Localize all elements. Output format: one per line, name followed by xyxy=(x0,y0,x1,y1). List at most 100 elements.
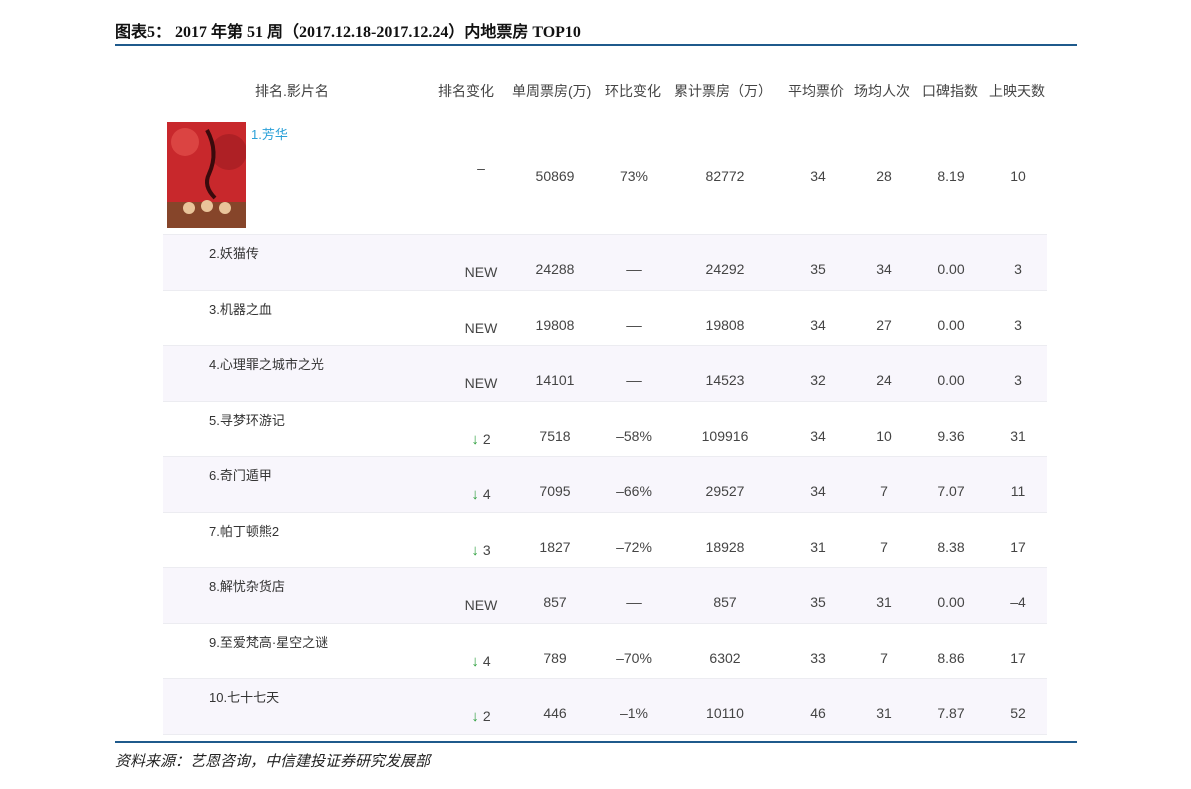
rating: 7.87 xyxy=(937,705,965,721)
wow-change: –58% xyxy=(616,427,652,444)
avg-price: 34 xyxy=(810,168,826,184)
days-screening: 17 xyxy=(1010,538,1026,555)
total-box-office: 857 xyxy=(713,594,737,610)
arrow-down-icon: ↓ xyxy=(471,652,479,670)
table-row: 7.帕丁顿熊2 ↓ 3 1827 –72% 18928 31 7 8.38 17 xyxy=(163,513,1047,568)
table-row: 4.心理罪之城市之光 NEW 14101 –– 14523 32 24 0.00 3 xyxy=(163,346,1047,402)
days-screening: 10 xyxy=(1010,168,1026,184)
rating: 0.00 xyxy=(937,316,965,333)
arrow-down-icon: ↓ xyxy=(471,486,479,503)
rank-change-value: NEW xyxy=(464,264,498,280)
avg-price: 35 xyxy=(810,261,826,277)
rank-change: NEW xyxy=(465,375,498,391)
wow-change: –– xyxy=(626,316,642,333)
wow-change: –1% xyxy=(619,705,649,721)
avg-price: 46 xyxy=(810,705,826,721)
rating: 8.38 xyxy=(937,538,965,555)
weekly-box-office: 446 xyxy=(543,705,567,721)
wow-change: –– xyxy=(626,372,642,388)
movie-title: 5.寻梦环游记 xyxy=(209,412,285,428)
rank-change-value: 4 xyxy=(482,652,491,669)
source-note: 资料来源：艺恩咨询，中信建投证券研究发展部 xyxy=(115,754,431,770)
movie-title: 9.至爱梵高·星空之谜 xyxy=(209,634,329,650)
days-screening: 52 xyxy=(1010,705,1026,721)
header-rating: 口碑指数 xyxy=(922,83,978,99)
table-body: 1.芳华 –50869 73% 82772 34 28 8.19 10 2.妖猫传 NEW 2428… xyxy=(163,116,1047,735)
total-box-office: 29527 xyxy=(705,483,745,499)
movie-title: 2.妖猫传 xyxy=(209,246,259,261)
rank-change-value: NEW xyxy=(464,375,498,391)
header-per-show: 场均人次 xyxy=(854,83,910,99)
per-show-attendance: 7 xyxy=(880,649,888,666)
days-screening: 11 xyxy=(1010,483,1026,499)
weekly-box-office: 7518 xyxy=(539,427,571,444)
rank-change: – xyxy=(477,160,485,176)
rating: 8.86 xyxy=(937,649,965,666)
box-office-table: 排名.影片名 排名变化 单周票房(万) 环比变化 累计票房（万） 平均票价 场均人次 口碑指数… xyxy=(163,64,1047,735)
total-box-office: 18928 xyxy=(705,538,745,555)
rating: 8.19 xyxy=(937,168,965,184)
rank-change: ↓ 2 xyxy=(471,708,490,725)
movie-poster-image xyxy=(167,122,246,228)
per-show-attendance: 28 xyxy=(876,168,892,184)
avg-price: 32 xyxy=(810,372,826,388)
table-row: 8.解忧杂货店 NEW 857 –– 857 35 31 0.00 –4 xyxy=(163,568,1047,624)
rank-change-value: 2 xyxy=(482,708,491,724)
header-avg-price: 平均票价 xyxy=(788,83,844,99)
days-screening: –4 xyxy=(1010,594,1026,610)
table-row: 5.寻梦环游记 ↓ 2 7518 –58% 109916 34 10 9.36 31 xyxy=(163,402,1047,457)
rank-change: NEW xyxy=(465,597,498,613)
rating: 0.00 xyxy=(937,261,965,277)
movie-title: 8.解忧杂货店 xyxy=(209,579,285,594)
rank-change-value: 4 xyxy=(482,486,491,502)
wow-change: –– xyxy=(626,261,642,277)
total-box-office: 14523 xyxy=(705,372,745,388)
total-box-office: 19808 xyxy=(705,316,745,333)
arrow-down-icon: ↓ xyxy=(471,541,479,559)
table-row: 1.芳华 – 50869 73% 82772 34 28 8.19 10 xyxy=(163,116,1047,235)
weekly-box-office: 857 xyxy=(543,594,567,610)
wow-change: 73% xyxy=(619,168,649,184)
rating: 0.00 xyxy=(937,594,965,610)
movie-title: 6.奇门遁甲 xyxy=(209,468,272,483)
weekly-box-office: 7095 xyxy=(539,483,571,499)
table-header: 排名.影片名 排名变化 单周票房(万) 环比变化 累计票房（万） 平均票价 场均人次 口碑指数… xyxy=(163,64,1047,116)
rank-change: ↓ 4 xyxy=(471,486,490,503)
movie-title: 7.帕丁顿熊2 xyxy=(209,523,280,539)
weekly-box-office: 789 xyxy=(543,649,567,666)
total-box-office: 6302 xyxy=(709,649,741,666)
bottom-rule xyxy=(115,741,1077,743)
days-screening: 3 xyxy=(1014,372,1022,388)
per-show-attendance: 27 xyxy=(876,316,892,333)
figure-title: 图表5： 2017 年第 51 周（2017.12.18-2017.12.24）… xyxy=(115,24,581,41)
weekly-box-office: 14101 xyxy=(535,372,575,388)
per-show-attendance: 34 xyxy=(876,261,892,277)
header-weekly-box-office: 单周票房(万) xyxy=(512,83,592,99)
arrow-down-icon: ↓ xyxy=(471,430,479,448)
weekly-box-office: 24288 xyxy=(535,261,575,277)
header-total-box-office: 累计票房（万） xyxy=(674,83,772,99)
rank-change: NEW xyxy=(465,320,498,336)
table-row: 2.妖猫传 NEW 24288 –– 24292 35 34 0.00 3 xyxy=(163,235,1047,291)
movie-title: 3.机器之血 xyxy=(209,301,272,317)
table-row: 9.至爱梵高·星空之谜 ↓ 4 789 –70% 6302 33 7 8.86 17 xyxy=(163,624,1047,679)
avg-price: 31 xyxy=(810,538,826,555)
table-row: 10.七十七天 ↓ 2 446 –1% 10110 46 31 7.87 52 xyxy=(163,679,1047,735)
rank-change-value: 3 xyxy=(482,541,491,558)
weekly-box-office: 19808 xyxy=(535,316,575,333)
arrow-down-icon: ↓ xyxy=(471,708,479,725)
header-wow-change: 环比变化 xyxy=(605,83,661,99)
total-box-office: 109916 xyxy=(701,427,749,444)
rank-change-value: – xyxy=(477,160,485,176)
rank-change: NEW xyxy=(465,264,498,280)
per-show-attendance: 10 xyxy=(876,427,892,444)
header-days: 上映天数 xyxy=(989,83,1045,99)
per-show-attendance: 24 xyxy=(876,372,892,388)
wow-change: –– xyxy=(626,594,642,610)
days-screening: 17 xyxy=(1010,649,1026,666)
rank-change: ↓ 4 xyxy=(471,653,490,670)
rank-change-value: NEW xyxy=(464,597,498,613)
top-rule xyxy=(115,44,1077,46)
table-row: 6.奇门遁甲 ↓ 4 7095 –66% 29527 34 7 7.07 11 xyxy=(163,457,1047,513)
days-screening: 3 xyxy=(1014,261,1022,277)
